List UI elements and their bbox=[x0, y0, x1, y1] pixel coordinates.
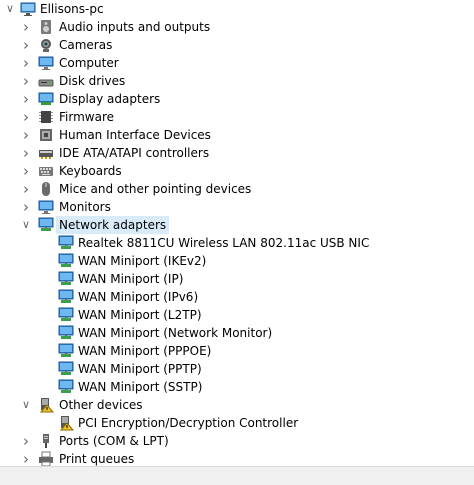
speaker-icon bbox=[38, 19, 54, 35]
status-bar bbox=[0, 466, 474, 485]
port-icon bbox=[38, 433, 54, 449]
category-label: Computer bbox=[59, 56, 119, 70]
hid-icon bbox=[38, 127, 54, 143]
device-item[interactable]: WAN Miniport (PPTP) bbox=[0, 360, 474, 378]
category-label: Print queues bbox=[59, 452, 135, 466]
chevron-right-icon[interactable]: › bbox=[20, 126, 32, 144]
category-disk-drives[interactable]: › Disk drives bbox=[0, 72, 474, 90]
device-label: WAN Miniport (IPv6) bbox=[78, 290, 199, 304]
chevron-right-icon[interactable]: › bbox=[20, 144, 32, 162]
device-label: WAN Miniport (L2TP) bbox=[78, 308, 202, 322]
category-ports-com-lpt[interactable]: › Ports (COM & LPT) bbox=[0, 432, 474, 450]
chevron-right-icon[interactable]: › bbox=[20, 36, 32, 54]
category-label: Monitors bbox=[59, 200, 111, 214]
ide-controller-icon bbox=[38, 145, 54, 161]
device-item[interactable]: WAN Miniport (Network Monitor) bbox=[0, 324, 474, 342]
device-label: PCI Encryption/Decryption Controller bbox=[78, 416, 299, 430]
mouse-icon bbox=[38, 181, 54, 197]
chevron-down-icon[interactable]: ∨ bbox=[20, 216, 32, 234]
device-item[interactable]: WAN Miniport (IP) bbox=[0, 270, 474, 288]
chevron-right-icon[interactable]: › bbox=[20, 162, 32, 180]
chevron-right-icon[interactable]: › bbox=[20, 90, 32, 108]
chevron-right-icon[interactable]: › bbox=[20, 72, 32, 90]
unknown-device-icon bbox=[38, 397, 55, 413]
category-label: Firmware bbox=[59, 110, 114, 124]
device-label: Realtek 8811CU Wireless LAN 802.11ac USB… bbox=[78, 236, 370, 250]
network-adapter-icon bbox=[58, 253, 74, 269]
network-adapter-icon bbox=[58, 235, 74, 251]
device-label: WAN Miniport (SSTP) bbox=[78, 380, 203, 394]
chip-icon bbox=[38, 109, 54, 125]
device-item[interactable]: WAN Miniport (IPv6) bbox=[0, 288, 474, 306]
category-label: IDE ATA/ATAPI controllers bbox=[59, 146, 210, 160]
device-tree[interactable]: ∨ Ellisons-pc › Audio inputs and outputs › Ca… bbox=[0, 0, 474, 466]
tree-root[interactable]: ∨ Ellisons-pc bbox=[0, 0, 474, 18]
tree-root-label: Ellisons-pc bbox=[40, 2, 104, 16]
category-cameras[interactable]: › Cameras bbox=[0, 36, 474, 54]
network-adapter-icon bbox=[58, 379, 74, 395]
device-item[interactable]: PCI Encryption/Decryption Controller bbox=[0, 414, 474, 432]
category-computer[interactable]: › Computer bbox=[0, 54, 474, 72]
computer-icon bbox=[20, 1, 36, 17]
network-adapter-icon bbox=[58, 325, 74, 341]
network-adapter-icon bbox=[58, 361, 74, 377]
camera-icon bbox=[38, 37, 54, 53]
chevron-down-icon[interactable]: ∨ bbox=[4, 0, 16, 18]
device-label: WAN Miniport (IKEv2) bbox=[78, 254, 207, 268]
category-label: Other devices bbox=[59, 398, 143, 412]
monitor-icon bbox=[38, 199, 54, 215]
device-label: WAN Miniport (Network Monitor) bbox=[78, 326, 273, 340]
device-item[interactable]: WAN Miniport (SSTP) bbox=[0, 378, 474, 396]
chevron-right-icon[interactable]: › bbox=[20, 180, 32, 198]
category-print-queues[interactable]: › Print queues bbox=[0, 450, 474, 466]
category-monitors[interactable]: › Monitors bbox=[0, 198, 474, 216]
device-label: WAN Miniport (PPPOE) bbox=[78, 344, 212, 358]
category-mice-and-other-pointing-devices[interactable]: › Mice and other pointing devices bbox=[0, 180, 474, 198]
disk-drive-icon bbox=[38, 73, 54, 89]
device-item[interactable]: WAN Miniport (PPPOE) bbox=[0, 342, 474, 360]
category-label: Cameras bbox=[59, 38, 113, 52]
category-audio-inputs-and-outputs[interactable]: › Audio inputs and outputs bbox=[0, 18, 474, 36]
chevron-right-icon[interactable]: › bbox=[20, 450, 32, 466]
monitor-icon bbox=[38, 55, 54, 71]
network-adapter-icon bbox=[58, 289, 74, 305]
category-label: Network adapters bbox=[56, 216, 170, 234]
category-label: Mice and other pointing devices bbox=[59, 182, 252, 196]
chevron-down-icon[interactable]: ∨ bbox=[20, 396, 32, 414]
device-item[interactable]: WAN Miniport (IKEv2) bbox=[0, 252, 474, 270]
network-adapter-icon bbox=[38, 217, 54, 233]
chevron-right-icon[interactable]: › bbox=[20, 54, 32, 72]
chevron-right-icon[interactable]: › bbox=[20, 432, 32, 450]
category-label: Human Interface Devices bbox=[59, 128, 211, 142]
network-adapter-icon bbox=[58, 271, 74, 287]
category-display-adapters[interactable]: › Display adapters bbox=[0, 90, 474, 108]
category-label: Audio inputs and outputs bbox=[59, 20, 211, 34]
chevron-right-icon[interactable]: › bbox=[20, 18, 32, 36]
category-ide-ata-atapi-controllers[interactable]: › IDE ATA/ATAPI controllers bbox=[0, 144, 474, 162]
category-label: Disk drives bbox=[59, 74, 126, 88]
display-adapter-icon bbox=[38, 91, 54, 107]
printer-icon bbox=[38, 451, 54, 466]
category-other-devices[interactable]: ∨ Other devices bbox=[0, 396, 474, 414]
device-item[interactable]: WAN Miniport (L2TP) bbox=[0, 306, 474, 324]
category-label: Display adapters bbox=[59, 92, 161, 106]
chevron-right-icon[interactable]: › bbox=[20, 108, 32, 126]
keyboard-icon bbox=[38, 163, 54, 179]
unknown-device-icon bbox=[58, 415, 75, 431]
network-adapter-icon bbox=[58, 343, 74, 359]
category-label: Ports (COM & LPT) bbox=[59, 434, 169, 448]
category-label: Keyboards bbox=[59, 164, 122, 178]
device-item[interactable]: Realtek 8811CU Wireless LAN 802.11ac USB… bbox=[0, 234, 474, 252]
device-label: WAN Miniport (PPTP) bbox=[78, 362, 202, 376]
category-network-adapters[interactable]: ∨ Network adapters bbox=[0, 216, 474, 234]
category-firmware[interactable]: › Firmware bbox=[0, 108, 474, 126]
chevron-right-icon[interactable]: › bbox=[20, 198, 32, 216]
category-keyboards[interactable]: › Keyboards bbox=[0, 162, 474, 180]
category-human-interface-devices[interactable]: › Human Interface Devices bbox=[0, 126, 474, 144]
device-label: WAN Miniport (IP) bbox=[78, 272, 184, 286]
network-adapter-icon bbox=[58, 307, 74, 323]
